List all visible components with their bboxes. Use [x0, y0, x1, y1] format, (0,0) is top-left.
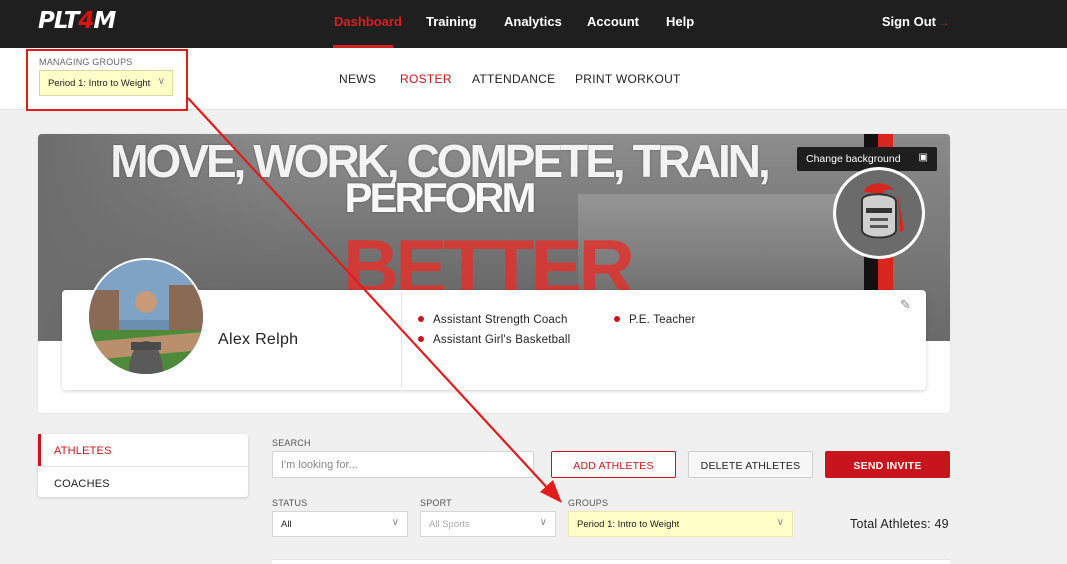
role-bullet [418, 336, 424, 342]
roster-table-top [272, 559, 950, 564]
tab-print-workout[interactable]: PRINT WORKOUT [575, 72, 681, 86]
groups-label: GROUPS [568, 498, 609, 508]
groups-value: Period 1: Intro to Weight [577, 519, 680, 530]
annotation-arrow-head [540, 480, 562, 503]
tab-coaches[interactable]: COACHES [38, 466, 248, 498]
edit-icon[interactable]: ✎ [900, 297, 911, 313]
roster-type-tabs: ATHLETES COACHES [38, 434, 248, 497]
nav-help[interactable]: Help [666, 14, 694, 29]
profile-photo [89, 260, 203, 374]
role-item: Assistant Strength Coach [418, 314, 568, 326]
chevron-down-icon: ∨ [391, 517, 399, 528]
tab-athletes[interactable]: ATHLETES [38, 434, 248, 466]
chevron-down-icon: ∨ [539, 517, 547, 528]
role-label: Assistant Girl's Basketball [433, 334, 571, 346]
nav-dashboard[interactable]: Dashboard [334, 14, 402, 29]
change-background-label: Change background [806, 153, 901, 165]
banner-motto-line2: PERFORM [344, 174, 537, 221]
tab-attendance[interactable]: ATTENDANCE [472, 72, 555, 86]
search-label: SEARCH [272, 438, 311, 448]
sign-out-link[interactable]: Sign Out → [882, 14, 949, 29]
sign-out-icon: → [939, 18, 949, 29]
sport-value: All Sports [429, 519, 470, 530]
nav-account[interactable]: Account [587, 14, 639, 29]
knight-mascot-icon [836, 170, 922, 256]
top-nav: PLT4M Dashboard Training Analytics Accou… [0, 0, 1067, 48]
role-item: Assistant Girl's Basketball [418, 334, 570, 346]
status-label: STATUS [272, 498, 308, 508]
role-item: P.E. Teacher [614, 314, 696, 326]
role-label: Assistant Strength Coach [433, 314, 568, 326]
nav-training[interactable]: Training [426, 14, 477, 29]
role-bullet [614, 316, 620, 322]
role-label: P.E. Teacher [629, 314, 696, 326]
sign-out-label: Sign Out [881, 14, 936, 29]
tab-news[interactable]: NEWS [339, 72, 376, 86]
sport-select[interactable]: All Sports ∨ [420, 511, 556, 537]
annotation-highlight-box [26, 49, 188, 111]
avatar[interactable] [87, 258, 205, 376]
tab-roster[interactable]: ROSTER [400, 72, 452, 86]
status-value: All [281, 519, 292, 530]
send-invite-button[interactable]: SEND INVITE [825, 451, 950, 478]
status-select[interactable]: All ∨ [272, 511, 408, 537]
sport-label: SPORT [420, 498, 452, 508]
add-athletes-button[interactable]: ADD ATHLETES [551, 451, 676, 478]
search-input[interactable]: I'm looking for... [272, 451, 534, 478]
groups-select[interactable]: Period 1: Intro to Weight ∨ [568, 511, 793, 537]
profile-divider [401, 292, 402, 388]
nav-analytics[interactable]: Analytics [504, 14, 562, 29]
camera-icon: ▣ [918, 152, 928, 163]
total-athletes-count: Total Athletes: 49 [850, 517, 949, 531]
delete-athletes-button[interactable]: DELETE ATHLETES [688, 451, 813, 478]
chevron-down-icon: ∨ [776, 517, 784, 528]
profile-name: Alex Relph [218, 331, 299, 348]
team-logo[interactable] [833, 167, 925, 259]
plt4m-logo[interactable]: PLT4M [38, 8, 116, 34]
role-bullet [418, 316, 424, 322]
